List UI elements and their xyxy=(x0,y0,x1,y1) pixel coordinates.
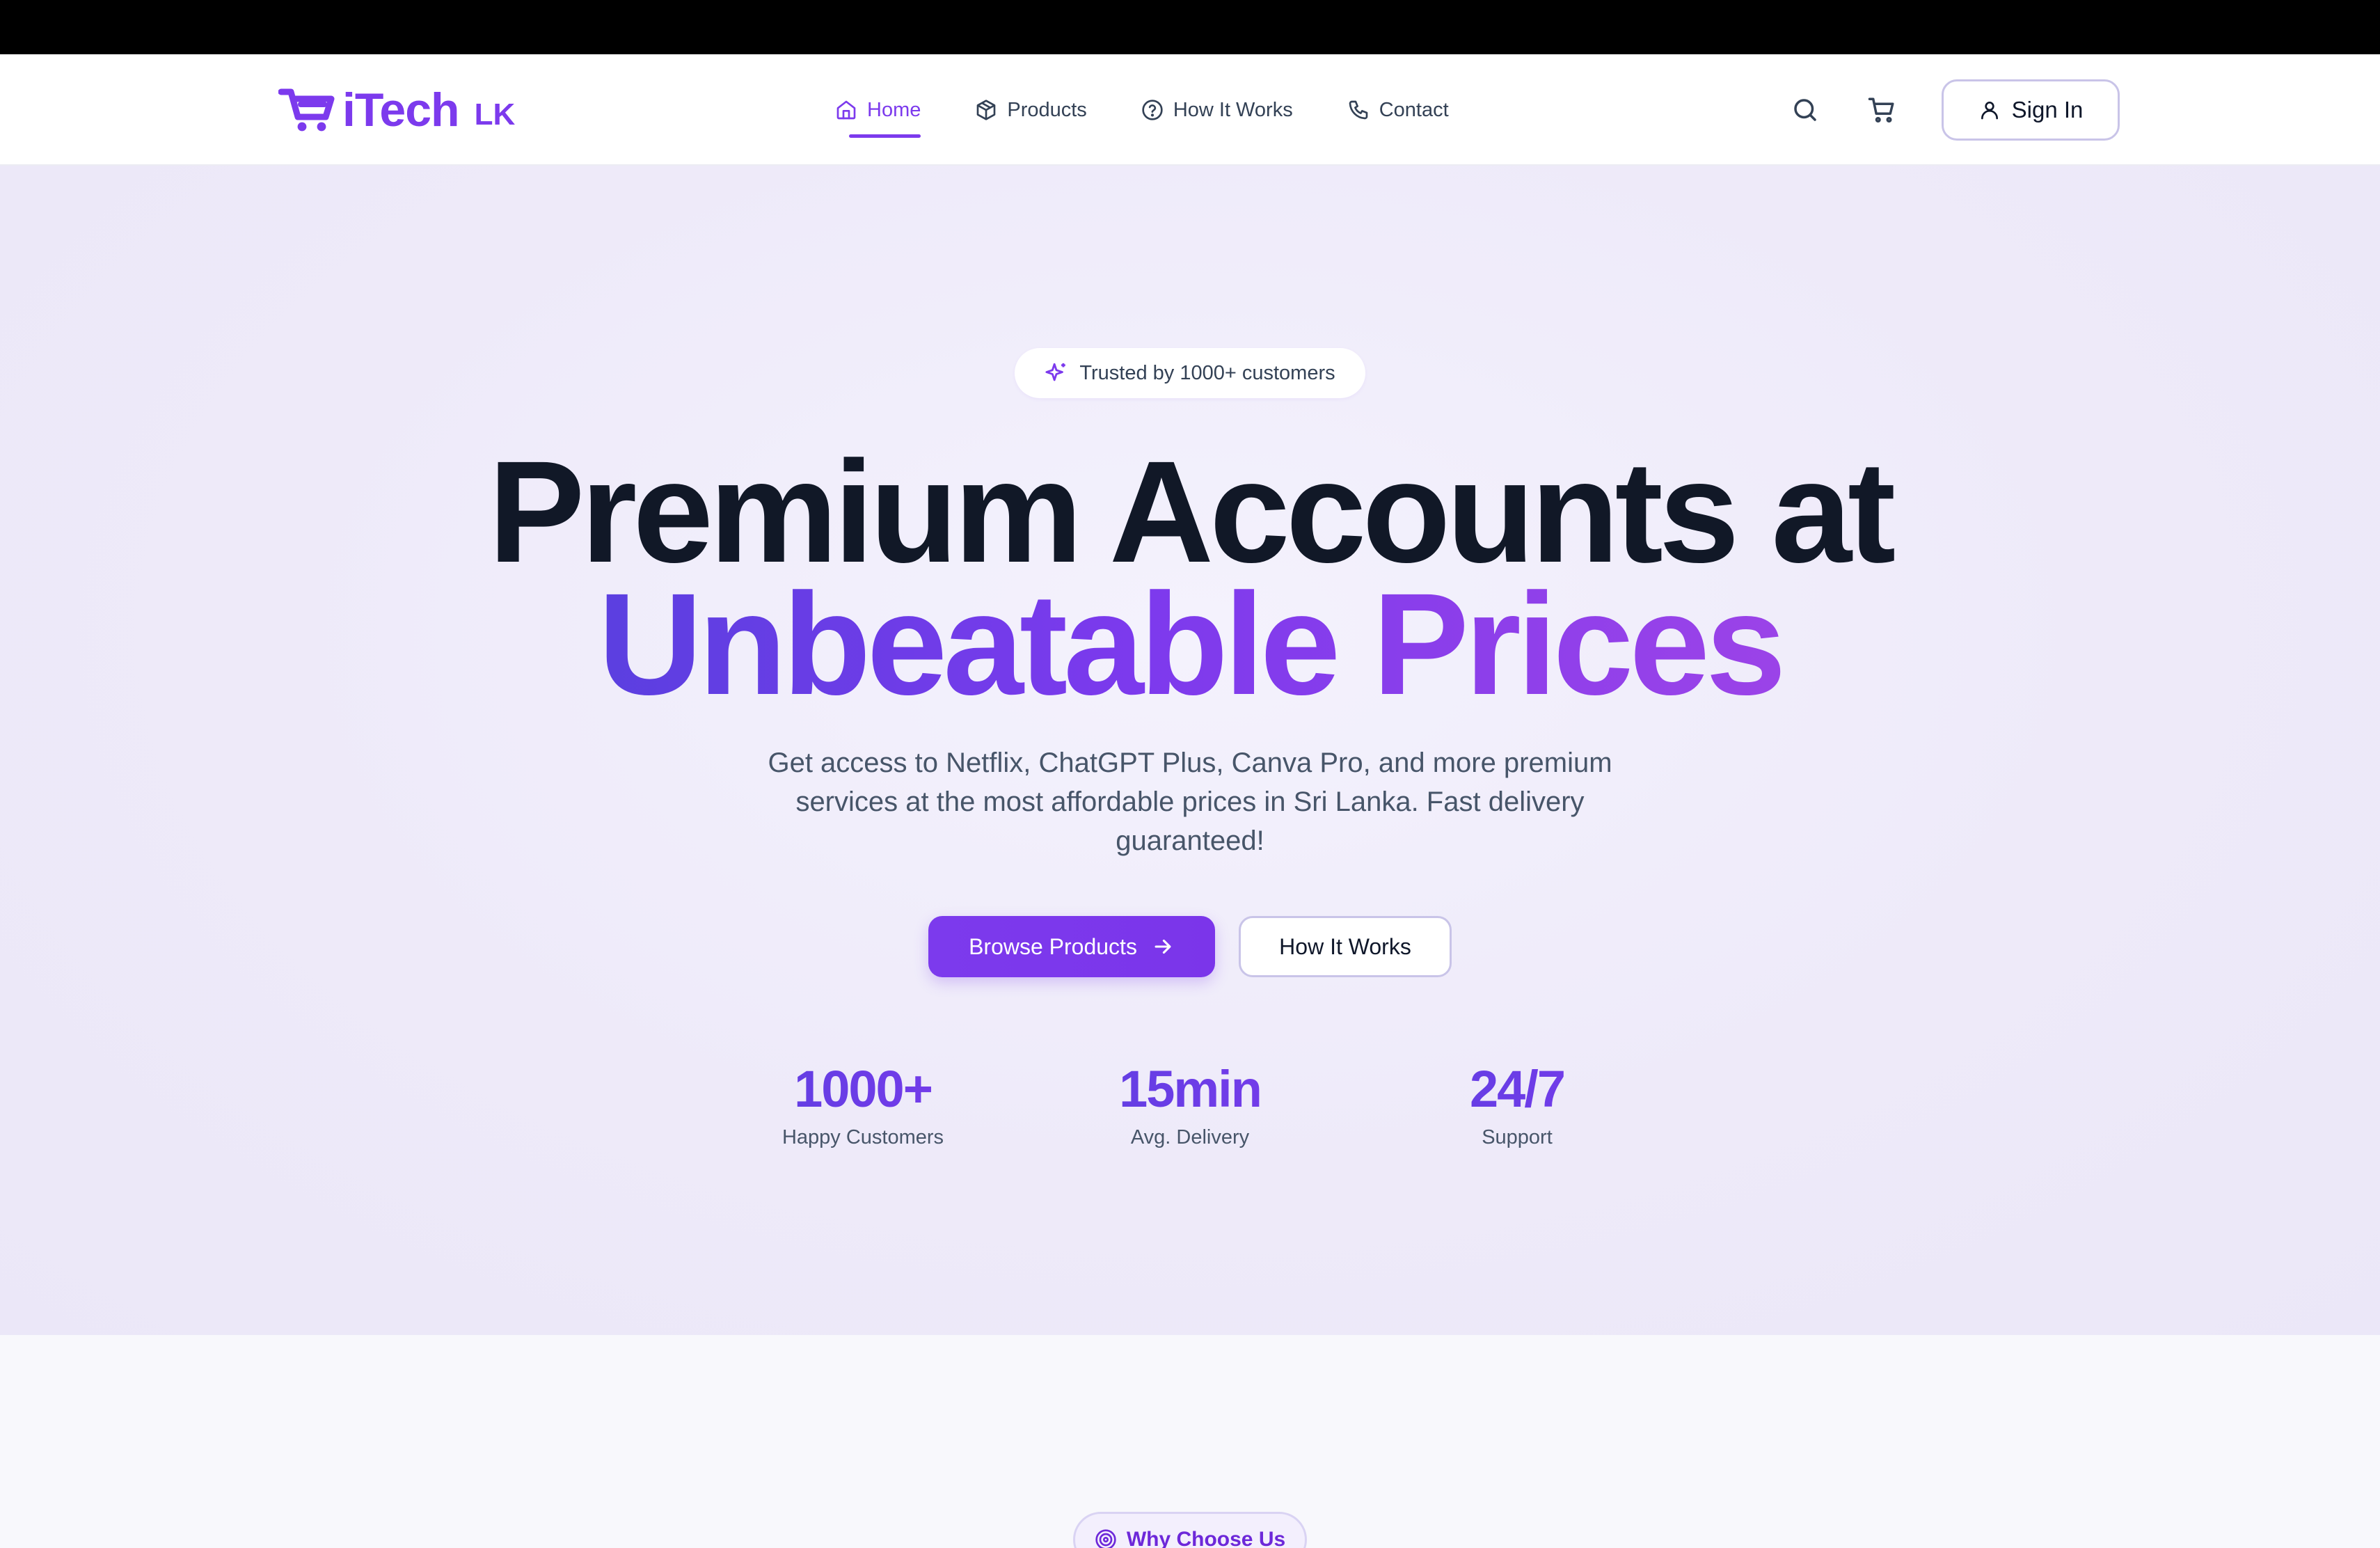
stat-label: Avg. Delivery xyxy=(1130,1126,1250,1148)
brand-suffix: LK xyxy=(474,97,516,132)
why-choose-us-section: Why Choose Us xyxy=(0,1335,2380,1548)
nav-actions: Sign In xyxy=(1788,54,2120,166)
stat-support: 24/7 Support xyxy=(1354,1064,1681,1149)
hero-headline-line1: Premium Accounts at xyxy=(488,432,1896,593)
stat-value: 24/7 xyxy=(1354,1064,1681,1115)
cart-icon xyxy=(1868,97,1894,123)
how-it-works-label: How It Works xyxy=(1279,933,1411,959)
main-menu: Home Products How It Works Contact xyxy=(835,54,1449,166)
search-button[interactable] xyxy=(1788,93,1822,127)
sign-in-label: Sign In xyxy=(2011,97,2084,123)
cart-button[interactable] xyxy=(1865,93,1898,127)
how-it-works-button[interactable]: How It Works xyxy=(1239,916,1452,977)
nav-products-label: Products xyxy=(1007,98,1087,121)
brand-name: iTech xyxy=(342,84,460,136)
why-choose-us-label: Why Choose Us xyxy=(1126,1528,1286,1548)
stat-label: Support xyxy=(1482,1126,1553,1148)
browse-products-button[interactable]: Browse Products xyxy=(928,916,1215,977)
nav-products[interactable]: Products xyxy=(975,54,1087,166)
target-icon xyxy=(1095,1529,1116,1548)
stats-row: 1000+ Happy Customers 15min Avg. Deliver… xyxy=(0,1064,2380,1149)
browser-top-bar xyxy=(0,0,2380,54)
trust-badge: Trusted by 1000+ customers xyxy=(1015,348,1365,398)
arrow-right-icon xyxy=(1155,939,1171,954)
hero-headline-line2: Unbeatable Prices xyxy=(0,572,2380,717)
home-icon xyxy=(836,100,856,120)
search-icon xyxy=(1794,99,1816,121)
cta-row: Browse Products How It Works xyxy=(0,916,2380,977)
user-icon xyxy=(1981,102,1998,120)
nav-contact[interactable]: Contact xyxy=(1347,54,1449,166)
help-circle-icon xyxy=(1142,100,1163,120)
hero-subtitle: Get access to Netflix, ChatGPT Plus, Can… xyxy=(768,748,1612,856)
why-choose-us-badge: Why Choose Us xyxy=(1073,1512,1307,1548)
browse-products-label: Browse Products xyxy=(969,933,1137,959)
stat-label: Happy Customers xyxy=(782,1126,944,1148)
nav-how-it-works-label: How It Works xyxy=(1173,98,1293,121)
sparkles-icon xyxy=(1045,363,1066,381)
sign-in-button[interactable]: Sign In xyxy=(1942,79,2120,141)
trust-badge-text: Trusted by 1000+ customers xyxy=(1079,361,1335,384)
cart-logo-icon xyxy=(278,88,335,132)
phone-icon xyxy=(1349,100,1368,120)
hero-section: Trusted by 1000+ customers Premium Accou… xyxy=(0,166,2380,1335)
logo[interactable]: iTech LK xyxy=(278,84,515,136)
box-icon xyxy=(977,100,996,120)
nav-home[interactable]: Home xyxy=(835,54,921,166)
stat-customers: 1000+ Happy Customers xyxy=(699,1064,1026,1149)
nav-contact-label: Contact xyxy=(1379,98,1449,121)
nav-how-it-works[interactable]: How It Works xyxy=(1141,54,1293,166)
stat-delivery: 15min Avg. Delivery xyxy=(1026,1064,1354,1149)
nav-home-label: Home xyxy=(867,98,921,121)
stat-value: 15min xyxy=(1026,1064,1354,1115)
hero-headline-gradient: Unbeatable Prices xyxy=(598,564,1786,725)
navbar: iTech LK Home Products How It Works Cont… xyxy=(0,54,2380,166)
stat-value: 1000+ xyxy=(699,1064,1026,1115)
